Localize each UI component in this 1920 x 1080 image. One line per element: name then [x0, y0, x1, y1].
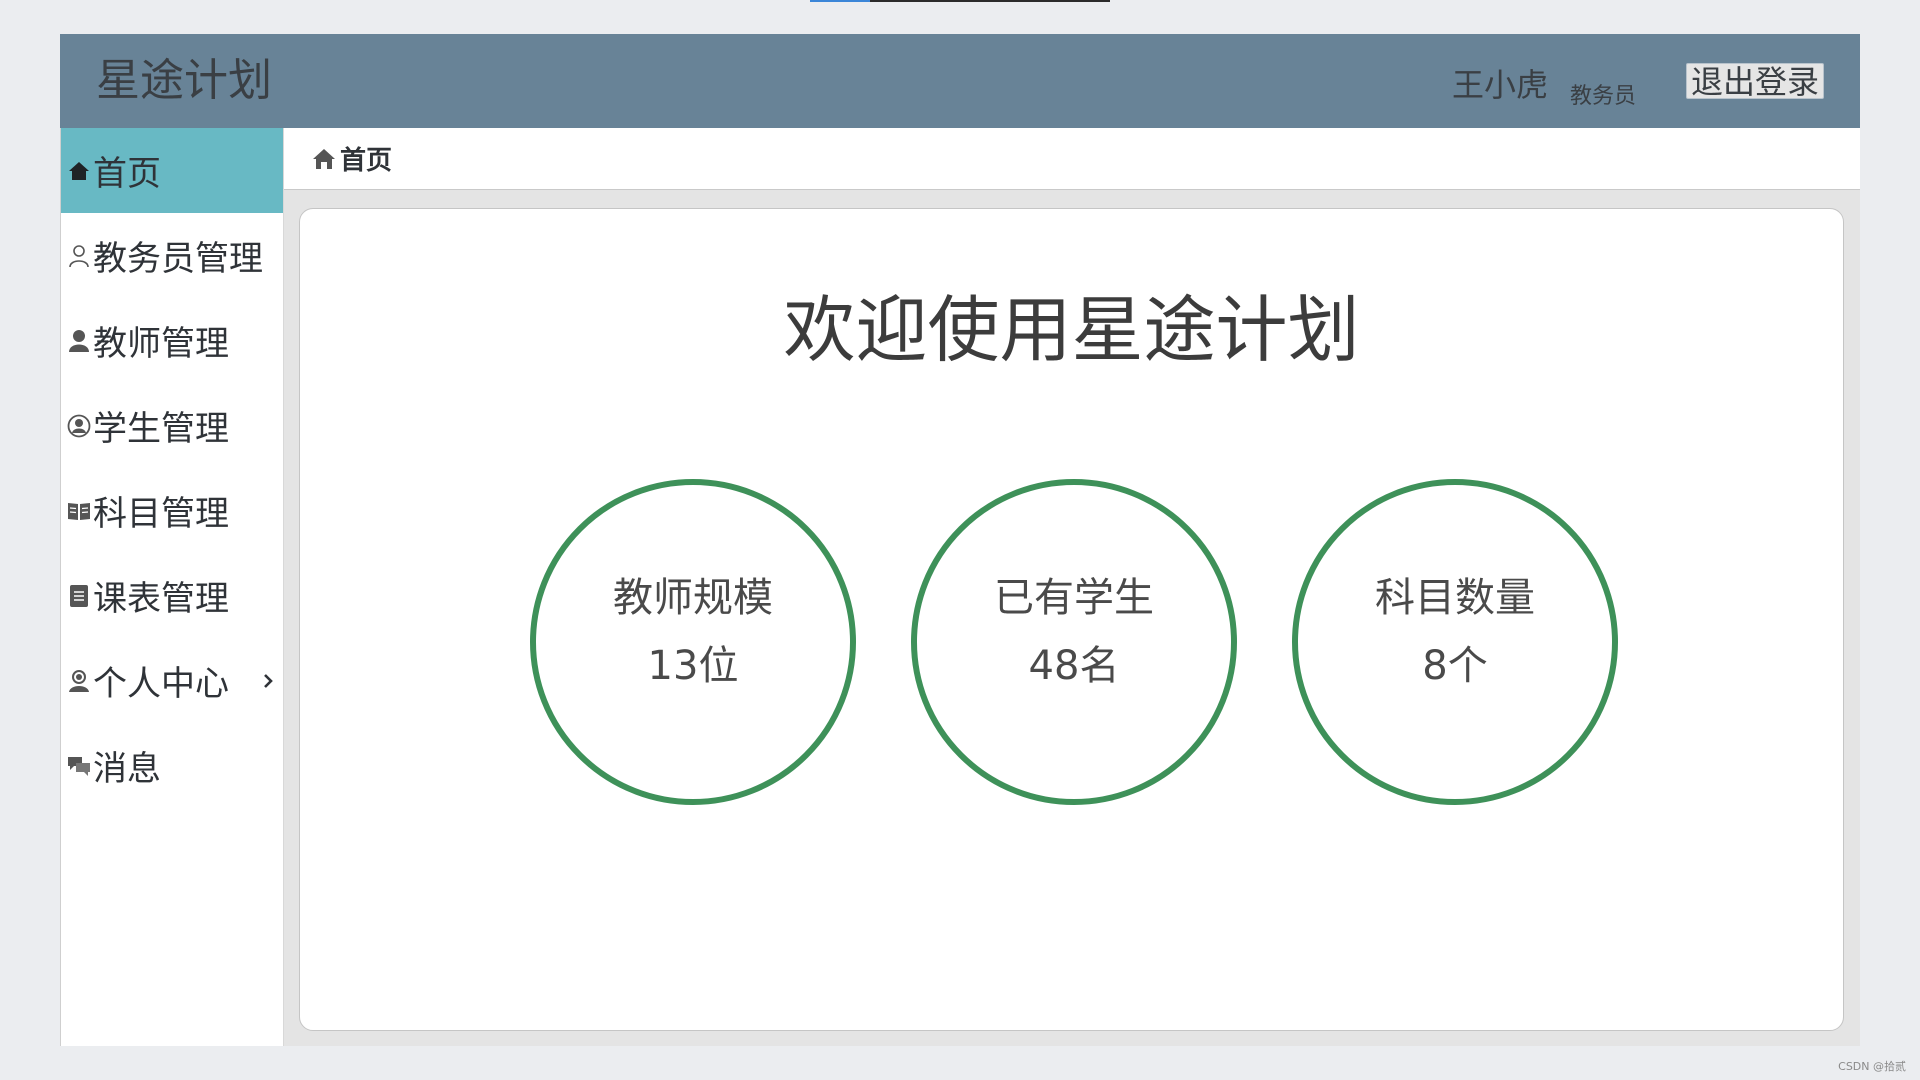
sidebar-item-personal-center[interactable]: 个人中心: [61, 638, 283, 723]
stat-card-students: 已有学生 48名: [911, 479, 1237, 805]
sidebar-item-label: 首页: [93, 154, 161, 194]
document-icon: [65, 582, 93, 610]
stat-value: 48名: [1028, 643, 1120, 689]
sidebar-item-label: 科目管理: [93, 494, 229, 534]
sidebar: 首页 教务员管理 教师管理 学生管理 科目管理 课表管理 个人中心 消息: [60, 128, 284, 1046]
chevron-right-icon: [261, 638, 275, 723]
sidebar-item-label: 个人中心: [93, 664, 229, 704]
book-icon: [65, 497, 93, 525]
sidebar-item-student-management[interactable]: 学生管理: [61, 383, 283, 468]
stat-card-subjects: 科目数量 8个: [1292, 479, 1618, 805]
sidebar-item-subject-management[interactable]: 科目管理: [61, 468, 283, 553]
sidebar-item-staff-management[interactable]: 教务员管理: [61, 213, 283, 298]
sidebar-item-label: 教务员管理: [93, 239, 263, 279]
sidebar-item-label: 教师管理: [93, 324, 229, 364]
user-profile-icon: [65, 667, 93, 695]
stat-label: 教师规模: [613, 575, 773, 621]
stat-card-teachers: 教师规模 13位: [530, 479, 856, 805]
sidebar-item-home[interactable]: 首页: [61, 128, 283, 213]
sidebar-item-label: 课表管理: [93, 579, 229, 619]
user-name: 王小虎: [1451, 66, 1548, 104]
breadcrumb: 首页: [284, 128, 1860, 190]
sidebar-item-label: 学生管理: [93, 409, 229, 449]
chat-icon: [65, 752, 93, 780]
stat-label: 科目数量: [1375, 575, 1535, 621]
home-icon: [65, 157, 93, 185]
stat-label: 已有学生: [994, 575, 1154, 621]
sidebar-item-timetable-management[interactable]: 课表管理: [61, 553, 283, 638]
user-outline-icon: [65, 242, 93, 270]
watermark: CSDN @拾贰: [1838, 1060, 1906, 1073]
home-icon: [310, 145, 338, 173]
content-area: 首页 欢迎使用星途计划 教师规模 13位 已有学生 48名 科目数量 8个: [284, 128, 1860, 1046]
sidebar-item-messages[interactable]: 消息: [61, 723, 283, 808]
logout-button[interactable]: 退出登录: [1685, 63, 1824, 100]
page-loading-bar-fill: [810, 0, 870, 2]
stat-value: 8个: [1422, 643, 1488, 689]
stat-value: 13位: [647, 643, 739, 689]
dashboard-panel: 欢迎使用星途计划 教师规模 13位 已有学生 48名 科目数量 8个: [299, 208, 1844, 1031]
app-title: 星途计划: [96, 55, 272, 106]
user-solid-icon: [65, 327, 93, 355]
welcome-heading: 欢迎使用星途计划: [783, 288, 1360, 372]
sidebar-item-label: 消息: [93, 749, 161, 789]
breadcrumb-current[interactable]: 首页: [340, 140, 392, 177]
top-header: 星途计划 王小虎 教务员 退出登录: [60, 34, 1860, 128]
user-role: 教务员: [1569, 84, 1636, 109]
user-circle-icon: [65, 412, 93, 440]
sidebar-item-teacher-management[interactable]: 教师管理: [61, 298, 283, 383]
app-window: 星途计划 王小虎 教务员 退出登录 首页 教务员管理 教师管理 学生管理 科目管…: [60, 34, 1860, 1046]
page-loading-bar: [810, 0, 1110, 2]
